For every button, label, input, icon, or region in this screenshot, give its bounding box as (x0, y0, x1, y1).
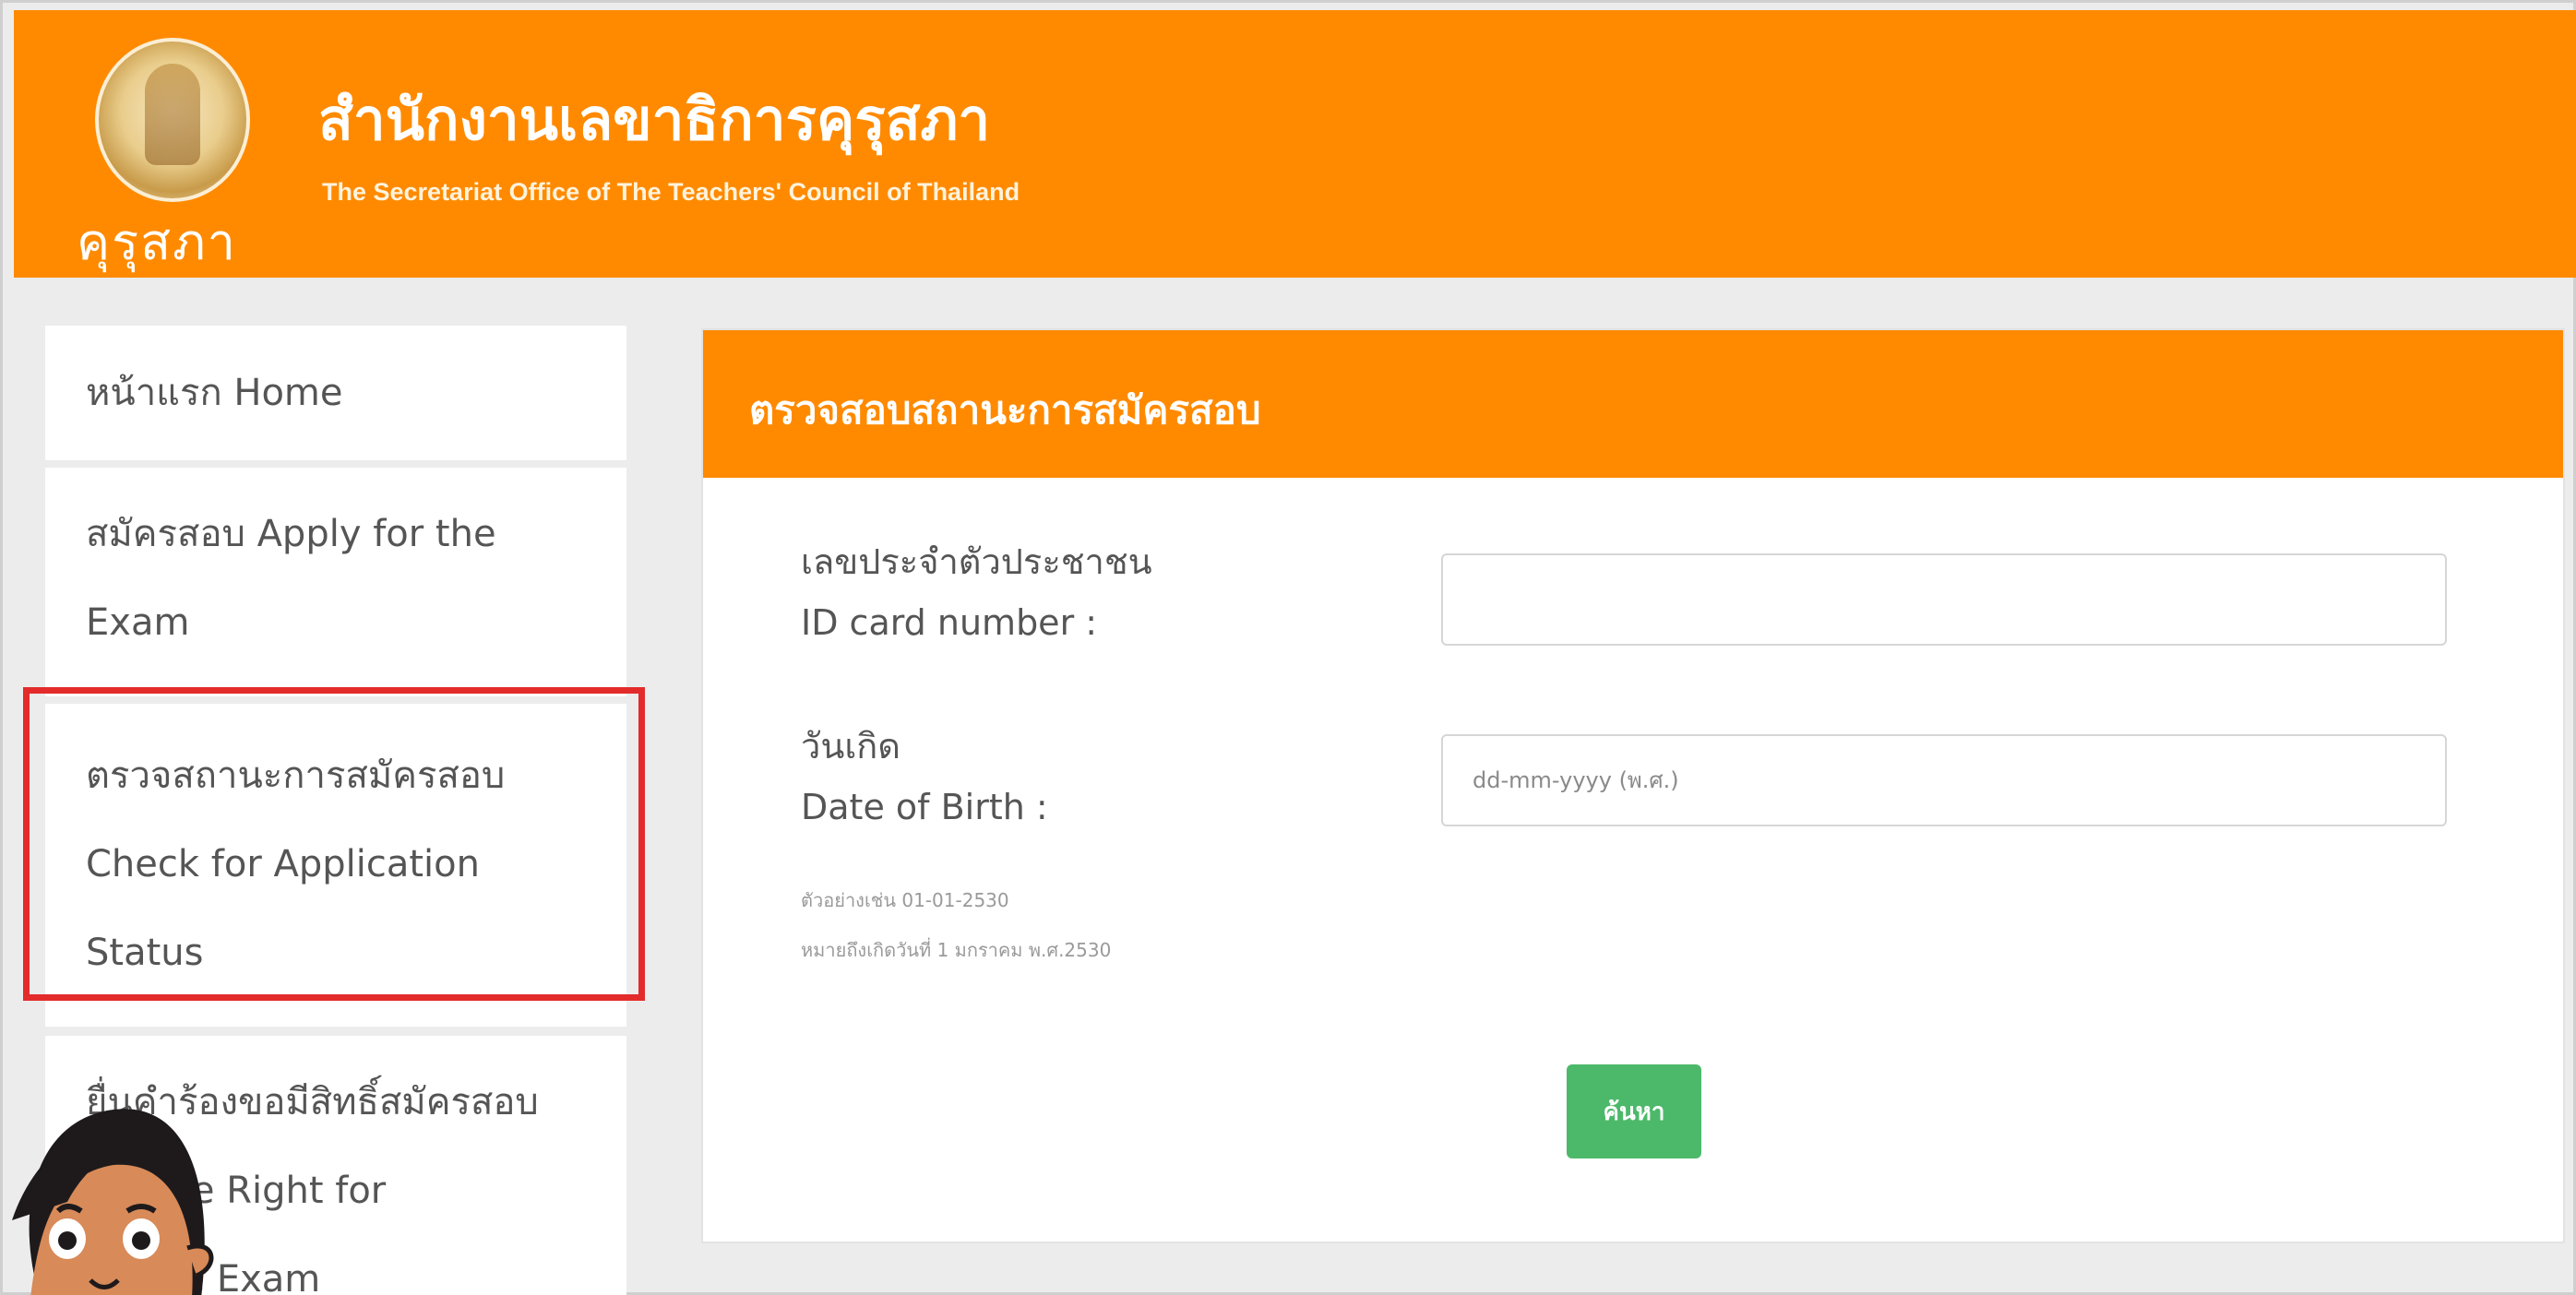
dob-meaning-hint: หมายถึงเกิดวันที่ 1 มกราคม พ.ศ.2530 (801, 939, 1112, 961)
kurusapha-logo[interactable]: คุรุสภา (77, 38, 261, 271)
id-card-label: เลขประจำตัวประชาชน ID card number : (801, 531, 1152, 653)
dob-input[interactable] (1441, 734, 2447, 826)
id-card-input[interactable] (1441, 553, 2447, 646)
id-card-label-english: ID card number : (801, 602, 1098, 643)
sidebar-item-home[interactable]: หน้าแรก Home (45, 326, 626, 460)
sidebar-item-label: Exam (86, 601, 190, 644)
logo-text: คุรุสภา (77, 213, 238, 271)
site-title-english: The Secretariat Office of The Teachers' … (322, 178, 1020, 206)
site-title-thai: สำนักงานเลขาธิการคุรุสภา (318, 86, 991, 153)
status-check-panel: ตรวจสอบสถานะการสมัครสอบ เลขประจำตัวประชา… (701, 328, 2565, 1243)
page-frame: คุรุสภา สำนักงานเลขาธิการคุรุสภา The Sec… (0, 0, 2576, 1295)
seal-icon (95, 38, 250, 202)
sidebar-item-apply-exam[interactable]: สมัครสอบ Apply for the Exam (45, 468, 626, 696)
dob-label-thai: วันเกิด (801, 726, 900, 766)
mascot-girl-icon (12, 1109, 214, 1295)
sidebar-item-label: หน้าแรก Home (86, 372, 343, 414)
site-header: คุรุสภา สำนักงานเลขาธิการคุรุสภา The Sec… (14, 10, 2576, 278)
sidebar-item-label: สมัครสอบ Apply for the (86, 513, 496, 555)
panel-header: ตรวจสอบสถานะการสมัครสอบ (703, 330, 2563, 478)
highlight-annotation (23, 687, 645, 1001)
id-card-label-thai: เลขประจำตัวประชาชน (801, 541, 1152, 582)
dob-label: วันเกิด Date of Birth : (801, 716, 1048, 838)
dob-label-english: Date of Birth : (801, 787, 1048, 827)
search-button[interactable]: ค้นหา (1567, 1064, 1701, 1158)
dob-example-hint: ตัวอย่างเช่น 01-01-2530 (801, 889, 1009, 911)
panel-title: ตรวจสอบสถานะการสมัครสอบ (749, 387, 1261, 433)
